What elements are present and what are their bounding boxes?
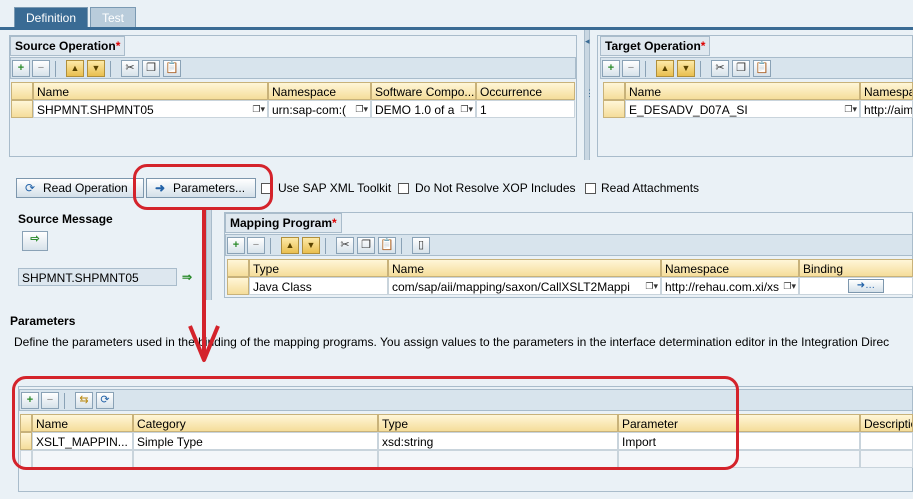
source-op-namespace-cell[interactable]: urn:sap-com:(❐▾ [268,100,371,118]
row-selector-header[interactable] [603,82,625,100]
dropdown-icon[interactable]: ❐▾ [783,281,796,292]
tab-definition[interactable]: Definition [14,7,89,28]
column-header-namespace[interactable]: Namespace [661,259,799,277]
annotation-highlight-parameters-table [12,376,739,470]
row-selector[interactable] [227,277,249,295]
paste-icon[interactable]: 📋 [753,60,771,77]
vertical-splitter[interactable] [206,208,212,300]
document-icon[interactable]: ▯ [412,237,430,254]
mapping-namespace-cell[interactable]: http://rehau.com.xi/xs ❐▾ [661,277,799,295]
target-op-name-cell[interactable]: E_DESADV_D07A_SI ❐▾ [625,100,860,118]
annotation-highlight-parameters-button [133,164,273,210]
dropdown-icon[interactable]: ❐▾ [844,104,857,115]
column-header-binding[interactable]: Binding [799,259,913,277]
row-selector-header[interactable] [11,82,33,100]
source-operation-toolbar: + − ▲ ▼ ✂ ❐ 📋 [10,57,576,79]
empty-cell[interactable] [860,450,913,468]
refresh-icon: ⟳ [24,181,36,195]
row-selector[interactable] [11,100,33,118]
cut-icon[interactable]: ✂ [336,237,354,254]
message-arrow-icon: ⇒ [182,270,193,284]
tab-underline [0,27,913,30]
target-operation-title: Target Operation* [600,36,711,56]
toolbar-separator [401,238,402,254]
cut-icon[interactable]: ✂ [711,60,729,77]
parameters-title: Parameters [10,314,76,328]
mapping-program-toolbar: + − ▲ ▼ ✂ ❐ 📋 ▯ [225,234,913,256]
dropdown-icon[interactable]: ❐▾ [460,104,473,115]
column-header-software-component[interactable]: Software Compo... [371,82,476,100]
toolbar-separator [55,61,56,77]
read-attachments-label: Read Attachments [601,181,700,195]
column-header-description[interactable]: Descriptio [860,414,913,432]
source-message-field: SHPMNT.SHPMNT05 [18,268,177,286]
source-op-software-component-cell[interactable]: DEMO 1.0 of a ❐▾ [371,100,476,118]
column-header-name[interactable]: Name [33,82,268,100]
parameters-description: Define the parameters used in the bindin… [14,335,890,349]
copy-icon[interactable]: ❐ [142,60,160,77]
mapping-binding-cell[interactable]: ➜… [799,277,913,295]
column-header-type[interactable]: Type [249,259,388,277]
toolbar-separator [110,61,111,77]
move-down-icon[interactable]: ▼ [87,60,105,77]
insert-row-icon[interactable]: + [227,237,245,254]
delete-row-icon[interactable]: − [622,60,640,77]
column-header-name[interactable]: Name [388,259,661,277]
delete-row-icon[interactable]: − [247,237,265,254]
read-operation-button[interactable]: ⟳ Read Operation [16,178,144,198]
move-down-icon[interactable]: ▼ [677,60,695,77]
target-op-namespace-cell[interactable]: http://aimt [860,100,913,118]
toolbar-separator [325,238,326,254]
do-not-resolve-xop-label: Do Not Resolve XOP Includes [415,181,576,195]
import-message-icon[interactable]: ⇨ [22,231,48,251]
source-op-name-cell[interactable]: SHPMNT.SHPMNT05 ❐▾ [33,100,268,118]
delete-row-icon[interactable]: − [32,60,50,77]
column-header-occurrence[interactable]: Occurrence [476,82,575,100]
use-sap-xml-toolkit-label: Use SAP XML Toolkit [278,181,392,195]
toolbar-separator [645,61,646,77]
insert-row-icon[interactable]: + [12,60,30,77]
collapse-left-icon[interactable]: ◂ [585,36,590,47]
source-operation-title: Source Operation* [10,36,126,56]
source-op-occurrence-cell[interactable]: 1 [476,100,575,118]
paste-icon[interactable]: 📋 [378,237,396,254]
do-not-resolve-xop-checkbox[interactable] [398,183,409,194]
move-up-icon[interactable]: ▲ [281,237,299,254]
dropdown-icon[interactable]: ❐▾ [645,281,658,292]
dropdown-icon[interactable]: ❐▾ [355,104,368,115]
read-attachments-checkbox[interactable] [585,183,596,194]
mapping-name-cell[interactable]: com/sap/aii/mapping/saxon/CallXSLT2Mappi… [388,277,661,295]
insert-row-icon[interactable]: + [602,60,620,77]
column-header-namespace[interactable]: Namespace [268,82,371,100]
mapping-program-title: Mapping Program* [225,213,342,233]
column-header-name[interactable]: Name [625,82,860,100]
paste-icon[interactable]: 📋 [163,60,181,77]
row-selector-header[interactable] [227,259,249,277]
copy-icon[interactable]: ❐ [357,237,375,254]
move-down-icon[interactable]: ▼ [302,237,320,254]
move-up-icon[interactable]: ▲ [656,60,674,77]
toolbar-separator [270,238,271,254]
mapping-type-cell[interactable]: Java Class [249,277,388,295]
cut-icon[interactable]: ✂ [121,60,139,77]
move-up-icon[interactable]: ▲ [66,60,84,77]
binding-button[interactable]: ➜… [848,279,884,293]
param-description-cell[interactable] [860,432,913,450]
dropdown-icon[interactable]: ❐▾ [252,104,265,115]
column-header-namespace[interactable]: Namespa [860,82,913,100]
copy-icon[interactable]: ❐ [732,60,750,77]
target-operation-toolbar: + − ▲ ▼ ✂ ❐ 📋 [600,57,913,79]
toolbar-separator [700,61,701,77]
tab-test[interactable]: Test [90,7,137,28]
row-selector[interactable] [603,100,625,118]
splitter-grip-icon[interactable]: ⋮ [585,88,594,99]
source-message-title: Source Message [18,212,113,226]
annotation-arrow-head [188,325,220,362]
